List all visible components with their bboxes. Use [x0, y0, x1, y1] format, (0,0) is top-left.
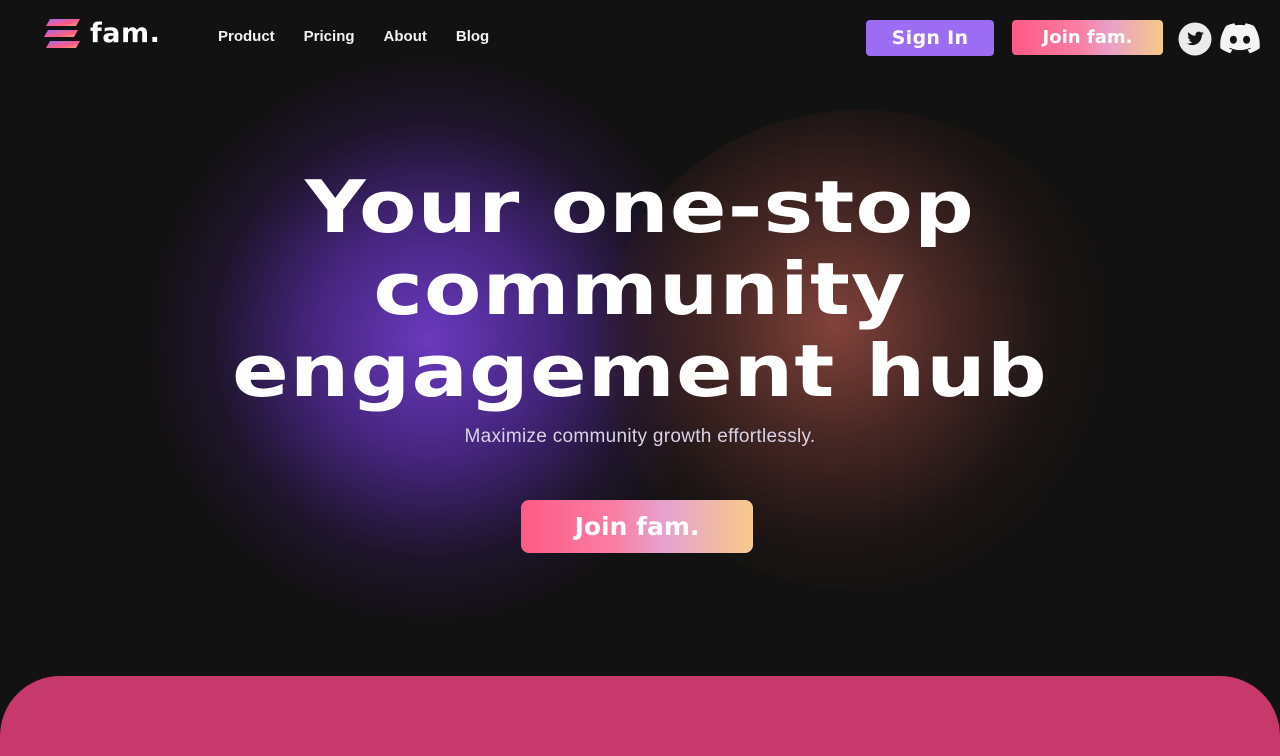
hero-title-line-2: community [373, 247, 907, 331]
discord-icon[interactable] [1220, 23, 1260, 55]
sign-in-button[interactable]: Sign In [866, 20, 994, 56]
next-section-band [0, 676, 1280, 756]
brand-name: fam. [90, 18, 161, 49]
brand-logo[interactable]: fam. [44, 18, 160, 50]
nav-link-blog[interactable]: Blog [456, 27, 489, 47]
twitter-icon[interactable] [1178, 22, 1212, 56]
nav-link-pricing[interactable]: Pricing [304, 27, 355, 47]
fam-logo-icon [44, 19, 80, 48]
nav-link-product[interactable]: Product [218, 27, 275, 47]
hero-title: Your one-stop community engagement hub [0, 166, 1280, 412]
top-navbar: fam. Product Pricing About Blog Sign In … [0, 0, 1280, 74]
nav-link-about[interactable]: About [384, 27, 427, 47]
hero-subtitle: Maximize community growth effortlessly. [464, 426, 816, 447]
hero-title-line-1: Your one-stop [305, 165, 975, 249]
join-hero-button[interactable]: Join fam. [521, 500, 753, 553]
join-nav-button[interactable]: Join fam. [1012, 20, 1163, 55]
hero-title-line-3: engagement hub [232, 329, 1048, 413]
main-menu: Product Pricing About Blog [218, 27, 518, 47]
